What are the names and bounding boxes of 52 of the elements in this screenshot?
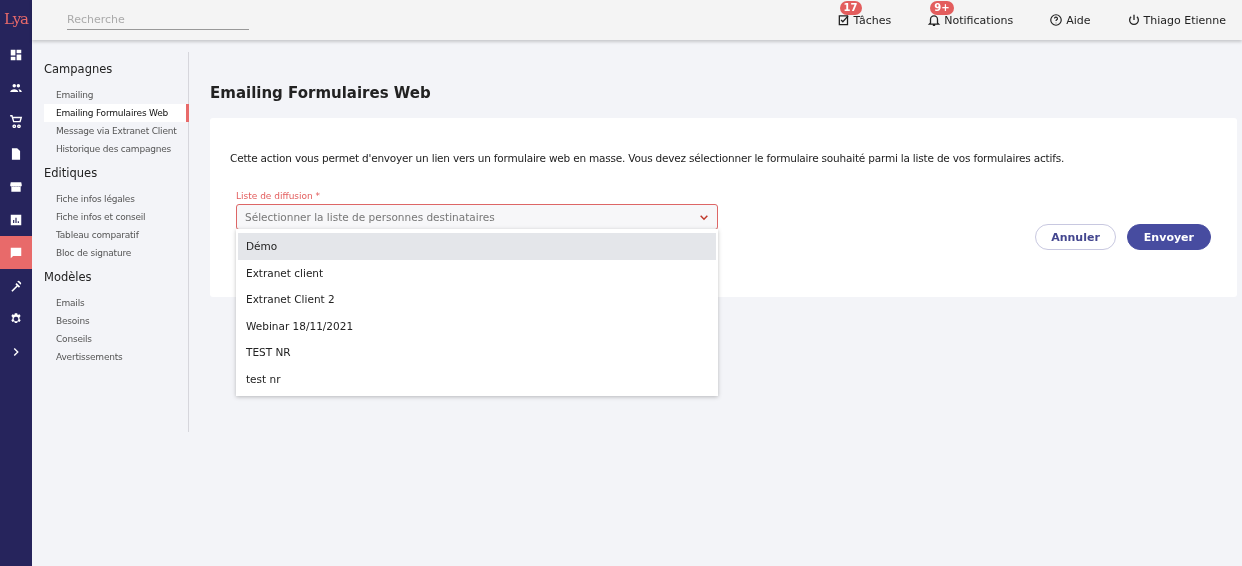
tools-icon	[9, 278, 23, 293]
topbar-link[interactable]: Aide	[1049, 1, 1091, 27]
sidebar-item[interactable]: Fiche infos légales	[44, 190, 186, 208]
count-badge: 17	[839, 1, 862, 15]
topbar-label: Tâches	[853, 13, 892, 27]
description-text: Cette action vous permet d'envoyer un lien vers un formulaire web en masse. Vous devez sélectionner le formulaire souhaité parmi la liste de vos formulaires actifs.	[230, 152, 1066, 164]
sidebar-item[interactable]: Message via Extranet Client	[44, 122, 186, 140]
sidebar-item[interactable]: Emailing Formulaires Web	[44, 104, 189, 122]
topbar-label: Thiago Etienne	[1143, 13, 1226, 27]
bell-icon	[927, 13, 942, 27]
topbar-label: Notifications	[944, 13, 1014, 27]
sidebar-item[interactable]: Bloc de signature	[44, 244, 186, 262]
topbar-link[interactable]: 17 Tâches	[836, 1, 892, 27]
send-button[interactable]: Envoyer	[1126, 224, 1211, 250]
count-badge: 9+	[930, 1, 954, 15]
logo: Lya	[2, 9, 30, 30]
cart-icon	[9, 113, 23, 128]
page-title: Emailing Formulaires Web	[210, 84, 432, 102]
dropdown-option[interactable]: Extranet client	[238, 259, 716, 286]
dropdown-option[interactable]: Extranet Client 2	[238, 286, 716, 313]
sidebar-section-title: Campagnes	[44, 62, 114, 76]
sidebar-item[interactable]: Emailing	[44, 86, 186, 104]
sidebar-item[interactable]: Emails	[44, 294, 186, 312]
store-icon	[9, 179, 23, 194]
dropdown-option[interactable]: test nr	[238, 365, 716, 392]
sidebar-section-title: Modèles	[44, 270, 93, 284]
settings-icon	[9, 311, 23, 326]
sidebar-item[interactable]: Fiche infos et conseil	[44, 208, 186, 226]
sidebar-item[interactable]: Conseils	[44, 330, 186, 348]
dropdown-option[interactable]: TEST NR	[238, 339, 716, 366]
checkbox-icon	[836, 13, 851, 27]
search-field[interactable]: Recherche	[67, 10, 249, 30]
document-icon	[9, 146, 23, 161]
help-icon	[1049, 13, 1064, 27]
select-field[interactable]: Sélectionner la liste de personnes destinataires	[236, 204, 718, 230]
cancel-button[interactable]: Annuler	[1035, 224, 1116, 250]
chat-icon	[9, 245, 23, 260]
sidebar-item[interactable]: Historique des campagnes	[44, 140, 186, 158]
sidebar-item[interactable]: Avertissements	[44, 348, 186, 366]
field-label: Liste de diffusion *	[236, 191, 321, 201]
power-icon	[1126, 13, 1141, 27]
chevron-icon	[699, 213, 709, 221]
dropdown-option[interactable]: Webinar 18/11/2021	[238, 312, 716, 339]
topbar-label: Aide	[1066, 13, 1091, 27]
dropdown-option[interactable]: Démo	[238, 233, 716, 260]
chart-icon	[9, 212, 23, 227]
topbar-link[interactable]: 9+ Notifications	[927, 1, 1014, 27]
topbar-link[interactable]: Thiago Etienne	[1126, 1, 1226, 27]
sidebar-item[interactable]: Tableau comparatif	[44, 226, 186, 244]
dashboard-icon	[9, 47, 23, 62]
sidebar-section-title: Editiques	[44, 166, 99, 180]
sidebar-item[interactable]: Besoins	[44, 312, 186, 330]
